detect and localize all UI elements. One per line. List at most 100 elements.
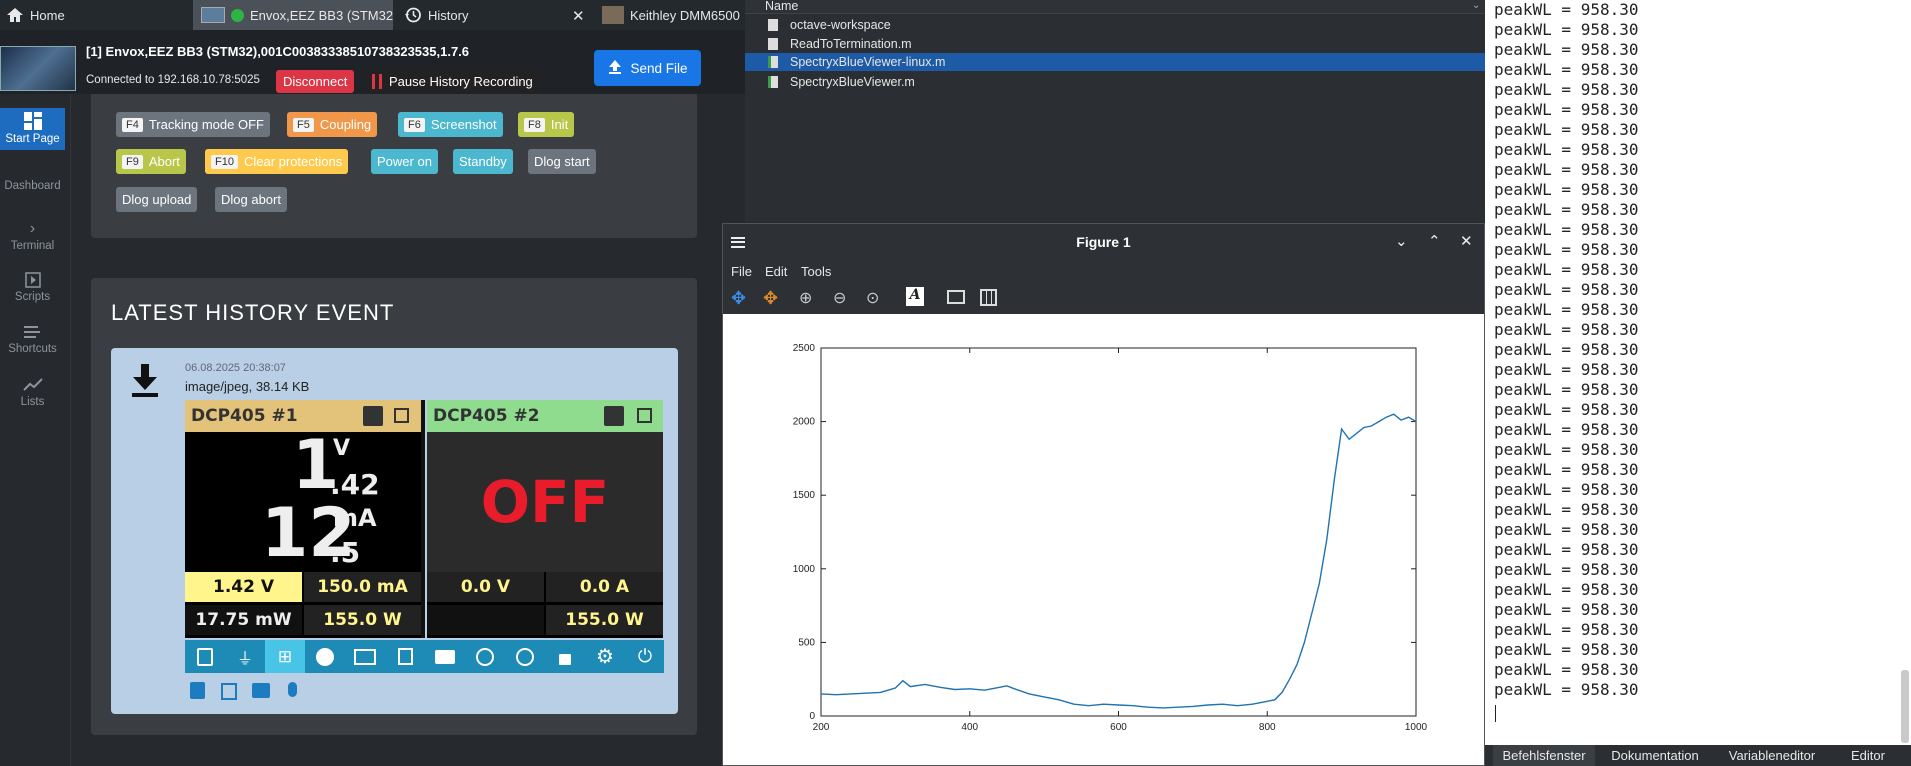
text-icon[interactable]: A [906, 287, 924, 306]
send-file-button[interactable]: Send File [594, 50, 701, 86]
keithley-thumb-icon [602, 6, 624, 24]
tab-editor[interactable]: Editor [1833, 745, 1903, 766]
nav-scripts[interactable]: Scripts [0, 272, 65, 312]
send-file-label: Send File [630, 60, 688, 76]
comment-icon[interactable] [252, 683, 270, 698]
shortcut-label: Standby [459, 154, 507, 169]
shortcut-label: Coupling [319, 117, 372, 132]
console-scrollbar[interactable] [1901, 670, 1909, 743]
copy-icon[interactable] [221, 683, 237, 700]
file-row[interactable]: ReadToTermination.m [745, 35, 1485, 53]
channel-2-header: DCP405 #2 [427, 400, 663, 432]
tab-dokumentation[interactable]: Dokumentation [1600, 745, 1710, 766]
x-tick-label: 400 [961, 722, 978, 733]
console-line: peakWL = 958.30 [1494, 660, 1639, 679]
console-line: peakWL = 958.30 [1494, 120, 1639, 139]
shortcut-dlog-abort[interactable]: Dlog abort [215, 187, 287, 212]
pan-icon[interactable]: ✥ [731, 288, 746, 309]
legend-icon[interactable] [947, 290, 965, 304]
console-line: peakWL = 958.30 [1494, 380, 1639, 399]
file-icon [768, 38, 778, 50]
y-tick-label: 2000 [793, 417, 816, 428]
zoom-in-icon[interactable]: ⊕ [799, 288, 812, 308]
console-line: peakWL = 958.30 [1494, 360, 1639, 379]
shortcut-init[interactable]: F8 Init [518, 112, 575, 137]
zoom-reset-icon[interactable]: ⊙ [866, 288, 879, 308]
tab-befehlsfenster[interactable]: Befehlsfenster [1493, 745, 1595, 766]
grid-toggle-icon[interactable] [980, 289, 997, 306]
nav-lists[interactable]: Lists [0, 378, 65, 418]
shortcut-tracking-mode[interactable]: F4 Tracking mode OFF [116, 112, 270, 137]
figure-plot[interactable]: 200 400 600 800 1000 0 500 1000 1500 2000 2500 [723, 314, 1484, 766]
maximize-icon[interactable]: ⌃ [1428, 232, 1441, 250]
nav-label: Scripts [14, 291, 51, 303]
menu-edit[interactable]: Edit [765, 264, 787, 279]
console-line: peakWL = 958.30 [1494, 280, 1639, 299]
shortcut-key: F4 [122, 117, 143, 132]
file-row[interactable]: SpectryxBlueViewer.m [745, 73, 1485, 91]
shortcut-abort[interactable]: F9 Abort [116, 149, 186, 174]
shortcut-key: F9 [122, 154, 143, 169]
console-line: peakWL = 958.30 [1494, 620, 1639, 639]
tab-home[interactable]: Home [0, 0, 190, 30]
shortcut-dlog-start[interactable]: Dlog start [528, 149, 596, 174]
instrument-thumbnail [0, 46, 76, 91]
tab-variableneditor[interactable]: Variableneditor [1713, 745, 1831, 766]
nav-dashboard[interactable]: Dashboard [0, 158, 65, 202]
voltage-unit: V [333, 436, 351, 461]
zoom-out-icon[interactable]: ⊖ [833, 288, 846, 308]
shortcut-power-on[interactable]: Power on [371, 149, 438, 174]
left-nav: Start Page Dashboard › Terminal Scripts … [0, 94, 71, 766]
shortcut-label: Init [550, 117, 569, 132]
figure-titlebar[interactable]: Figure 1 ⌄ ⌃ ✕ [723, 224, 1484, 262]
console-line: peakWL = 958.30 [1494, 680, 1639, 699]
shortcut-key: F8 [524, 117, 545, 132]
file-row-selected[interactable]: SpectryxBlueViewer-linux.m [745, 53, 1485, 71]
script-file-icon [768, 76, 778, 88]
connection-status: Connected to 192.168.10.78:5025 [86, 74, 260, 86]
shortcut-standby[interactable]: Standby [453, 149, 513, 174]
nav-label: Terminal [10, 240, 55, 252]
console-line: peakWL = 958.30 [1494, 440, 1639, 459]
history-icon [404, 6, 422, 24]
console-line: peakWL = 958.30 [1494, 540, 1639, 559]
x-tick-label: 1000 [1405, 722, 1428, 733]
file-row[interactable]: octave-workspace [745, 16, 1485, 34]
close-window-icon[interactable]: ✕ [1460, 232, 1473, 250]
history-date: 06.08.2025 20:38:07 [185, 362, 286, 374]
menu-file[interactable]: File [731, 264, 752, 279]
tab-instrument[interactable]: Envox,EEZ BB3 (STM32 [193, 0, 393, 30]
console-line: peakWL = 958.30 [1494, 140, 1639, 159]
minimize-icon[interactable]: ⌄ [1395, 232, 1408, 250]
shortcut-dlog-upload[interactable]: Dlog upload [116, 187, 198, 212]
download-icon[interactable] [130, 362, 160, 398]
console-line: peakWL = 958.30 [1494, 600, 1639, 619]
nav-start-page[interactable]: Start Page [0, 108, 65, 150]
nav-terminal[interactable]: › Terminal [0, 220, 65, 260]
menu-tools[interactable]: Tools [801, 264, 831, 279]
save-card-icon[interactable] [190, 682, 205, 699]
channel-1-power: 17.75 mW [185, 605, 302, 635]
shortcut-clear-protections[interactable]: F10 Clear protections [205, 149, 349, 174]
console-line: peakWL = 958.30 [1494, 200, 1639, 219]
tab-history[interactable]: History [398, 0, 593, 30]
nav-shortcuts[interactable]: Shortcuts [0, 325, 65, 365]
name-column-header[interactable]: Name [765, 0, 798, 13]
rotate-icon[interactable]: ✥ [763, 288, 778, 309]
channel-2-power-empty [427, 605, 544, 635]
console-line: peakWL = 958.30 [1494, 80, 1639, 99]
external-link-icon [637, 408, 652, 423]
shortcut-coupling[interactable]: F5 Coupling [287, 112, 378, 137]
screenshot-icon [425, 640, 465, 673]
close-tab-icon[interactable]: ✕ [572, 7, 585, 25]
console-line: peakWL = 958.30 [1494, 160, 1639, 179]
pause-history-button[interactable]: Pause History Recording [366, 70, 539, 93]
disconnect-button[interactable]: Disconnect [276, 70, 355, 93]
microphone-icon[interactable] [288, 682, 297, 697]
sort-chevron-icon: ⌄ [1472, 0, 1481, 11]
tab-keithley[interactable]: Keithley DMM6500 [597, 0, 745, 30]
channel-2-name: DCP405 #2 [433, 406, 540, 426]
console-line: peakWL = 958.30 [1494, 240, 1639, 259]
sliders-icon [363, 406, 383, 426]
shortcut-screenshot[interactable]: F6 Screenshot [398, 112, 503, 137]
